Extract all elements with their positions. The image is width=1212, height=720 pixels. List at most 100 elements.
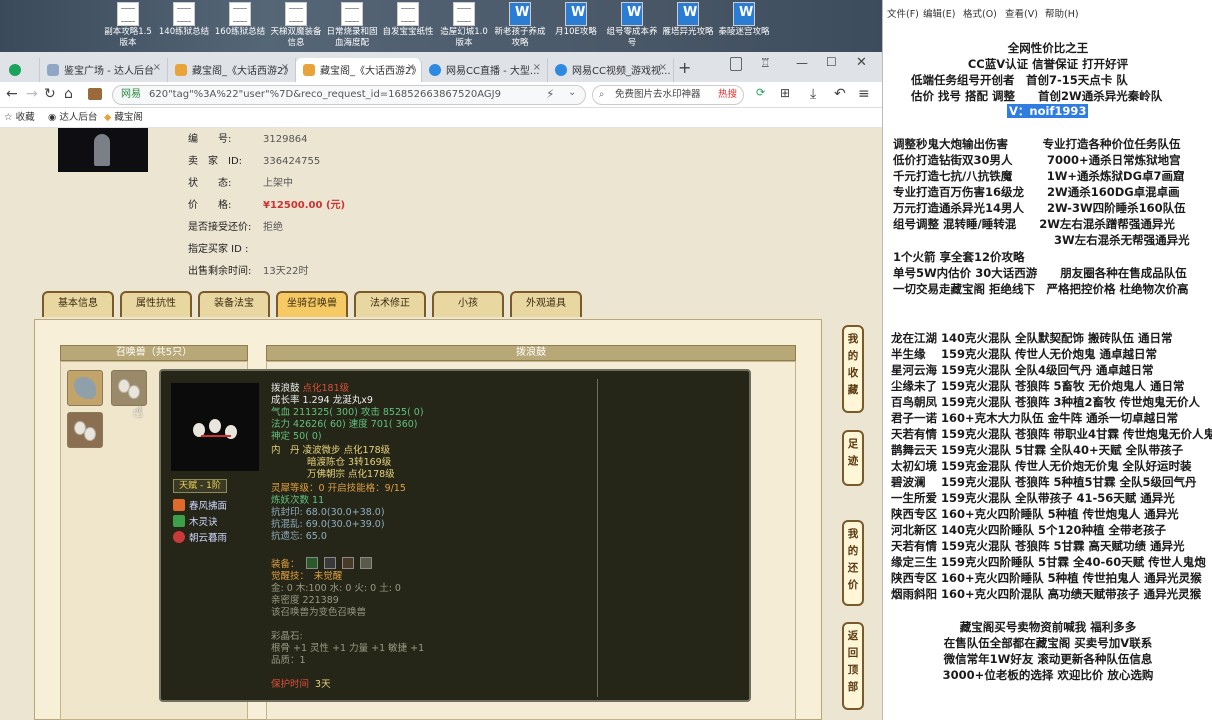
- notepad-window: 文件(F) 编辑(E) 格式(O) 查看(V) 帮助(H) 全网性价比之王 CC…: [882, 0, 1212, 720]
- tab-basic-info[interactable]: 基本信息: [42, 291, 114, 317]
- stability-line: 神定 50( 0): [271, 431, 322, 442]
- address-bar: ← → ↻ ⌂ 网易 620"tag"%3A%22"user"%7D&reco_r…: [0, 82, 882, 108]
- desktop-word-icon[interactable]: 雁塔异光攻略: [660, 0, 716, 52]
- menu-help[interactable]: 帮助(H): [1045, 6, 1079, 20]
- back-icon[interactable]: ←: [6, 86, 18, 102]
- menu-icon[interactable]: ≡: [858, 86, 870, 102]
- tab-jianbao[interactable]: 鉴宝广场 - 达人后台 ×: [40, 58, 168, 82]
- desktop-word-icon[interactable]: 秦陵迷宫攻略: [716, 0, 772, 52]
- notepad-line: 全网性价比之王: [1007, 41, 1089, 55]
- search-input[interactable]: ⌕ 免费图片去水印神器 热搜: [592, 85, 744, 105]
- home-icon[interactable]: ⌂: [64, 86, 73, 102]
- tab-cc-live[interactable]: 网易CC直播 - 大型... ×: [422, 58, 548, 82]
- tab-spell-mods[interactable]: 法术修正: [354, 291, 426, 317]
- favorites-button[interactable]: ☆ 收藏: [4, 108, 35, 127]
- notepad-line: 专业打造百万伤害16级龙 2W通杀160DG卓混卓画: [893, 185, 1180, 199]
- skill-item[interactable]: 春风拂面: [173, 499, 227, 513]
- equip-slot-icon[interactable]: [359, 557, 372, 569]
- pet-slot-dragon[interactable]: [67, 370, 103, 406]
- desktop-file-icon[interactable]: 天梯双魔装备信息: [268, 0, 324, 52]
- desktop-word-icon[interactable]: 新老孩子养成攻略: [492, 0, 548, 52]
- tab-label: 网易CC直播 - 大型...: [446, 66, 540, 77]
- tab-mounts-pets[interactable]: 坐骑召唤兽: [276, 291, 348, 317]
- refine-count-line: 炼妖次数 11: [271, 495, 325, 506]
- pet-name: 拨浪鼓: [271, 383, 300, 394]
- url-input[interactable]: 网易 620"tag"%3A%22"user"%7D&reco_request_i…: [112, 85, 586, 105]
- bookmark-daren[interactable]: ◉ 达人后台: [48, 108, 97, 127]
- footprint-button[interactable]: 足迹: [842, 430, 864, 486]
- undo-icon[interactable]: ↶: [834, 86, 846, 102]
- menu-file[interactable]: 文件(F): [887, 6, 919, 20]
- contact-line[interactable]: V：noif1993: [1007, 103, 1089, 119]
- equip-slot-icon[interactable]: [323, 557, 336, 569]
- my-counteroffers-button[interactable]: 我的还价: [842, 520, 864, 606]
- desktop-icon-label: 秦陵迷宫攻略: [718, 27, 770, 37]
- desktop-word-icon[interactable]: 月10E攻略: [548, 0, 604, 52]
- tab-cangbaoge-2[interactable]: 藏宝阁_《大话西游2》 ×: [296, 58, 422, 82]
- close-icon[interactable]: ×: [281, 62, 289, 73]
- desktop-file-icon[interactable]: 160练狱总结: [212, 0, 268, 52]
- notepad-line: 陕西专区 160+克火四阶睡队 5种植 传世炮鬼人 通异光: [891, 507, 1179, 521]
- minimize-icon[interactable]: —: [796, 56, 808, 70]
- download-icon[interactable]: ⤓: [810, 86, 816, 102]
- close-icon[interactable]: ×: [153, 62, 161, 73]
- pin-icon[interactable]: ♖: [760, 56, 771, 70]
- pet-slot-rattle-drum-2[interactable]: [67, 412, 103, 448]
- desktop-file-icon[interactable]: 自发宝宝纸性: [380, 0, 436, 52]
- desktop-file-icon[interactable]: 140练狱总结: [156, 0, 212, 52]
- info-row: 价 格: ¥12500.00 (元): [188, 196, 345, 211]
- chevron-down-icon[interactable]: ⌄: [568, 87, 576, 98]
- menu-view[interactable]: 查看(V): [1005, 6, 1038, 20]
- awakening-line: 觉醒技： 未觉醒: [271, 571, 343, 582]
- close-icon[interactable]: ×: [407, 62, 415, 73]
- crystal-stats-line: 根骨 +1 灵性 +1 力量 +1 敏捷 +1: [271, 643, 425, 654]
- desktop-file-icon[interactable]: 副本攻略1.5版本: [100, 0, 156, 52]
- lightning-icon[interactable]: ⚡: [546, 87, 554, 101]
- notepad-line: 微信常年1W好友 滚动更新各种队伍信息: [943, 652, 1153, 666]
- extension-icon[interactable]: ⟳: [756, 86, 765, 99]
- my-favorites-button[interactable]: 我的收藏: [842, 325, 864, 413]
- skill-label: 春风拂面: [189, 501, 228, 512]
- tab-child[interactable]: 小孩: [432, 291, 504, 317]
- browser-logo-icon[interactable]: [2, 58, 40, 82]
- maximize-icon[interactable]: ☐: [826, 55, 837, 69]
- mouse-cursor-icon: ☝: [133, 402, 143, 421]
- tab-cangbaoge-1[interactable]: 藏宝阁_《大话西游2》 ×: [168, 58, 296, 82]
- bookmark-label: 收藏: [15, 112, 35, 123]
- price-value: ¥12500.00 (元): [263, 200, 346, 211]
- notepad-line: 在售队伍全部都在藏宝阁 买卖号加V联系: [943, 636, 1153, 650]
- pet-portrait: [171, 383, 259, 471]
- wallet-icon[interactable]: [88, 88, 102, 100]
- close-icon[interactable]: ×: [533, 62, 541, 73]
- sidebar-toggle-icon[interactable]: [730, 57, 742, 71]
- close-window-icon[interactable]: ✕: [856, 55, 867, 70]
- back-to-top-button[interactable]: 返回顶部: [842, 622, 864, 710]
- menu-edit[interactable]: 编辑(E): [923, 6, 955, 20]
- desktop-file-icon[interactable]: 造屋幻城1.0版本: [436, 0, 492, 52]
- info-value: 上架中: [263, 178, 293, 189]
- rattle-pet-icon: [84, 427, 96, 441]
- desktop-icon-label: 月10E攻略: [555, 27, 597, 37]
- tab-cc-video[interactable]: 网易CC视频_游戏视... ×: [548, 58, 674, 82]
- desktop-icon-label: 自发宝宝纸性: [382, 27, 434, 37]
- forward-icon[interactable]: →: [26, 86, 38, 102]
- refresh-icon[interactable]: ↻: [44, 86, 56, 102]
- new-tab-icon[interactable]: +: [678, 58, 691, 77]
- equip-slot-icon[interactable]: [341, 557, 354, 569]
- tab-equipment[interactable]: 装备法宝: [198, 291, 270, 317]
- grid-icon[interactable]: ⊞: [780, 86, 790, 100]
- tab-appearance[interactable]: 外观道具: [510, 291, 582, 317]
- protection-label: 保护时间: [271, 679, 310, 690]
- menu-format[interactable]: 格式(O): [963, 6, 997, 20]
- skill-item[interactable]: 朝云暮雨: [173, 531, 227, 545]
- equip-slot-icon[interactable]: [305, 557, 318, 569]
- notepad-line: 低价打造钻街双30男人 7000+通杀日常炼狱地宫: [893, 153, 1181, 167]
- browser-logo-icon: [9, 64, 21, 76]
- bookmark-cangbaoge[interactable]: ◆ 藏宝阁: [104, 108, 143, 127]
- pet-slot-rattle-drum[interactable]: [111, 370, 147, 406]
- tab-attributes[interactable]: 属性抗性: [120, 291, 192, 317]
- desktop-file-icon[interactable]: 日常烧录和固血海度配: [324, 0, 380, 52]
- close-icon[interactable]: ×: [659, 62, 667, 73]
- skill-item[interactable]: 木灵诀: [173, 515, 218, 529]
- desktop-word-icon[interactable]: 组号零成本养号: [604, 0, 660, 52]
